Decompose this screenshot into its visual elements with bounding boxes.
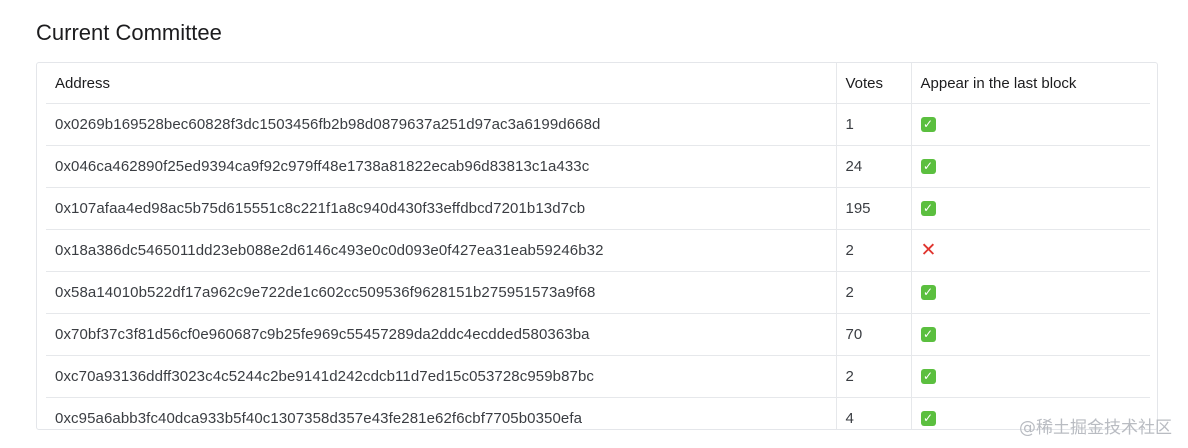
section-title: Current Committee (36, 20, 222, 45)
address-cell[interactable]: 0x70bf37c3f81d56cf0e960687c9b25fe969c554… (46, 313, 836, 356)
check-mark-icon: ✓ (920, 368, 936, 384)
address-cell[interactable]: 0x18a386dc5465011dd23eb088e2d6146c493e0c… (46, 229, 836, 272)
table-row: 0x70bf37c3f81d56cf0e960687c9b25fe969c554… (46, 313, 1150, 356)
check-mark-icon: ✓ (920, 326, 936, 342)
address-cell[interactable]: 0x58a14010b522df17a962c9e722de1c602cc509… (46, 271, 836, 314)
committee-table: Address Votes Appear in the last block 0… (46, 63, 1150, 429)
check-mark-icon: ✓ (920, 116, 936, 132)
check-mark-icon: ✓ (920, 284, 936, 300)
table-row: 0x18a386dc5465011dd23eb088e2d6146c493e0c… (46, 229, 1150, 272)
table-row: 0x0269b169528bec60828f3dc1503456fb2b98d0… (46, 103, 1150, 146)
check-mark-icon: ✓ (920, 410, 936, 426)
address-cell[interactable]: 0x0269b169528bec60828f3dc1503456fb2b98d0… (46, 103, 836, 146)
last-block-cell: ✓ (910, 103, 1150, 146)
table-row: 0xc95a6abb3fc40dca933b5f40c1307358d357e4… (46, 397, 1150, 429)
column-header-address[interactable]: Address (46, 63, 836, 104)
table-row: 0xc70a93136ddff3023c4c5244c2be9141d242cd… (46, 355, 1150, 398)
last-block-cell: ✓ (910, 313, 1150, 356)
column-header-votes[interactable]: Votes (835, 63, 911, 104)
table-row: 0x046ca462890f25ed9394ca9f92c979ff48e173… (46, 145, 1150, 188)
last-block-cell: ✓ (910, 187, 1150, 230)
table-row: 0x58a14010b522df17a962c9e722de1c602cc509… (46, 271, 1150, 314)
votes-cell: 2 (835, 355, 911, 398)
votes-cell: 24 (835, 145, 911, 188)
last-block-cell: ✓ (910, 355, 1150, 398)
table-header-row: Address Votes Appear in the last block (46, 63, 1150, 104)
votes-cell: 4 (835, 397, 911, 429)
check-mark-icon: ✓ (920, 200, 936, 216)
votes-cell: 2 (835, 271, 911, 314)
check-mark-icon: ✓ (920, 158, 936, 174)
address-cell[interactable]: 0xc70a93136ddff3023c4c5244c2be9141d242cd… (46, 355, 836, 398)
last-block-cell: ✓ (910, 271, 1150, 314)
cross-mark-icon: ✕ (920, 239, 937, 261)
committee-table-card: Address Votes Appear in the last block 0… (36, 62, 1158, 430)
table-row: 0x107afaa4ed98ac5b75d615551c8c221f1a8c94… (46, 187, 1150, 230)
address-cell[interactable]: 0x107afaa4ed98ac5b75d615551c8c221f1a8c94… (46, 187, 836, 230)
votes-cell: 70 (835, 313, 911, 356)
watermark: @稀土掘金技术社区 (1019, 418, 1172, 438)
column-header-last-block[interactable]: Appear in the last block (910, 63, 1150, 104)
votes-cell: 2 (835, 229, 911, 272)
address-cell[interactable]: 0xc95a6abb3fc40dca933b5f40c1307358d357e4… (46, 397, 836, 429)
last-block-cell: ✓ (910, 145, 1150, 188)
votes-cell: 1 (835, 103, 911, 146)
address-cell[interactable]: 0x046ca462890f25ed9394ca9f92c979ff48e173… (46, 145, 836, 188)
last-block-cell: ✕ (910, 229, 1150, 272)
votes-cell: 195 (835, 187, 911, 230)
